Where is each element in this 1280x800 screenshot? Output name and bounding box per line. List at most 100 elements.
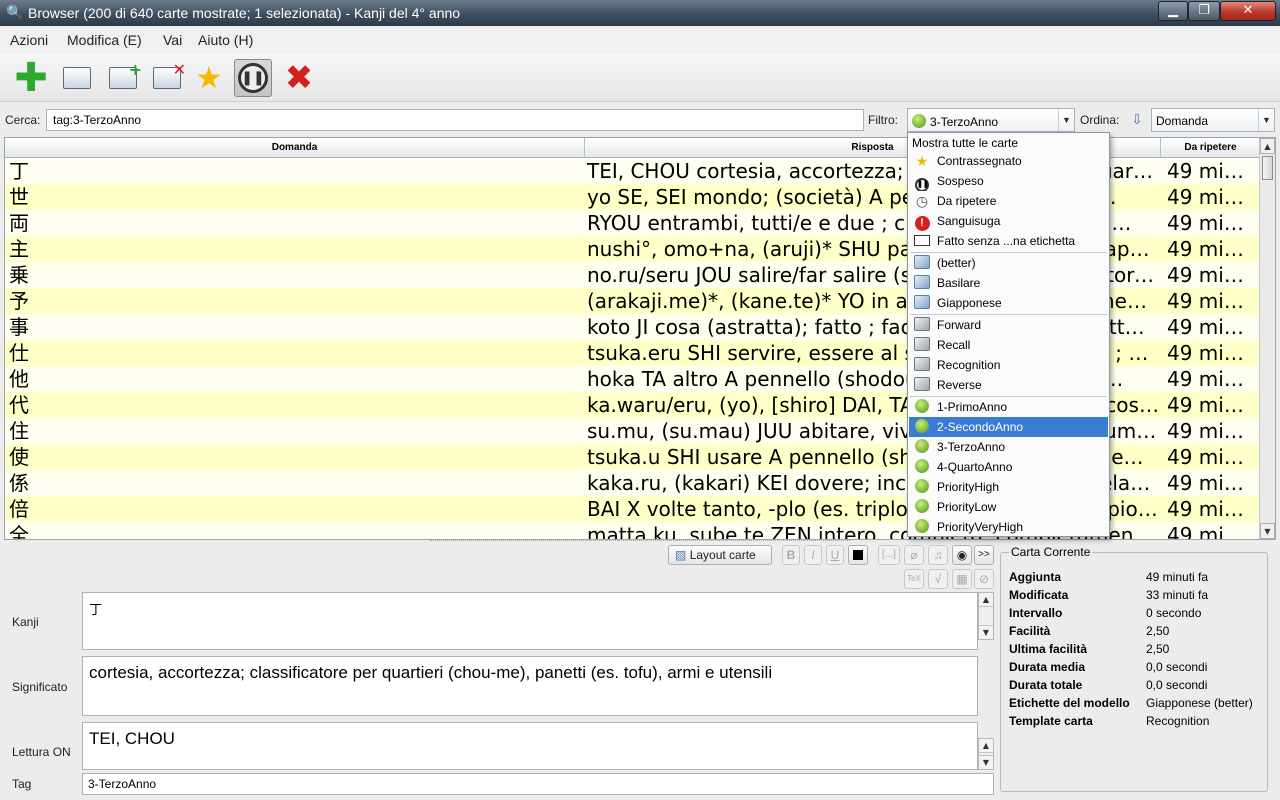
lettura-on-field[interactable]: TEI, CHOU — [82, 722, 978, 770]
chevron-down-icon[interactable]: ▼ — [1258, 109, 1274, 131]
scroll-down-icon[interactable]: ▼ — [979, 755, 993, 769]
layout-button[interactable]: ▧ Layout carte — [668, 545, 772, 565]
stat-label: Ultima facilità — [1009, 642, 1088, 656]
record-button[interactable]: ◉ — [952, 545, 972, 565]
filter-option[interactable]: PriorityVeryHigh — [909, 517, 1108, 537]
clock-icon: ◷ — [915, 193, 929, 209]
bold-button[interactable]: B — [782, 545, 800, 565]
sort-order-button[interactable]: ⇩ — [1127, 110, 1147, 130]
field-label-significato: Significato — [12, 680, 68, 694]
stat-label: Durata media — [1009, 660, 1086, 674]
cloze-button[interactable]: [...] — [878, 545, 900, 565]
sort-select[interactable]: Domanda ▼ — [1151, 108, 1275, 132]
scroll-up-icon[interactable]: ▲ — [979, 593, 993, 607]
significato-field-value: cortesia, accortezza; classificatore per… — [89, 663, 773, 682]
suspend-button[interactable]: ❚❚ — [234, 59, 272, 97]
filter-option[interactable]: 1-PrimoAnno — [909, 397, 1108, 417]
filter-select[interactable]: 3-TerzoAnno ▼ — [907, 108, 1075, 132]
maximize-button[interactable]: ❐ — [1188, 1, 1220, 21]
filter-option[interactable]: Fatto senza ...na etichetta — [909, 231, 1108, 251]
model-icon — [913, 275, 931, 291]
filter-option[interactable]: ◷ Da ripetere — [909, 191, 1108, 211]
column-header-question[interactable]: Domanda — [5, 138, 585, 158]
tex-icon: TeX — [907, 574, 921, 583]
underline-button[interactable]: U — [826, 545, 844, 565]
mark-button[interactable]: ★ — [190, 59, 228, 97]
filter-option[interactable]: Giapponese — [909, 293, 1108, 313]
sort-arrow-icon: ⇩ — [1131, 112, 1143, 128]
add-card-button[interactable]: ✚ — [12, 55, 50, 101]
text-color-button[interactable] — [848, 545, 868, 565]
blank-tag-icon — [913, 233, 931, 249]
question-cell: 予 — [9, 289, 29, 313]
filter-option[interactable]: Basilare — [909, 273, 1108, 293]
audio-button[interactable]: ♫ — [928, 545, 948, 565]
significato-field[interactable]: cortesia, accortezza; classificatore per… — [82, 656, 978, 716]
question-cell: 住 — [9, 419, 29, 443]
italic-button[interactable]: I — [804, 545, 822, 565]
stat-value: 0,0 secondi — [1146, 678, 1208, 692]
menu-vai[interactable]: Vai — [163, 32, 182, 48]
current-card-panel: Carta Corrente Aggiunta 49 minuti fa Modif… — [1000, 545, 1268, 792]
kanji-field[interactable]: 丁 — [82, 592, 978, 650]
search-input[interactable]: tag:3-TerzoAnno — [46, 109, 864, 131]
menu-bar: Azioni Modifica (E) Vai Aiuto (H) — [0, 26, 1280, 54]
menu-modifica[interactable]: Modifica (E) — [67, 32, 142, 48]
field-label-lettura-on: Lettura ON — [12, 745, 71, 759]
chevron-down-icon[interactable]: ▼ — [1058, 109, 1074, 131]
filter-option-label: 3-TerzoAnno — [937, 440, 1006, 454]
filter-option[interactable]: PriorityHigh — [909, 477, 1108, 497]
filter-option[interactable]: ! Sanguisuga — [909, 211, 1108, 231]
sort-value: Domanda — [1156, 114, 1209, 128]
toolbar: ✚ + ✕ ★ ❚❚ ✖ — [0, 54, 1280, 102]
table-scrollbar[interactable]: ▲ ▼ — [1259, 138, 1275, 539]
filter-option[interactable]: Recall — [909, 335, 1108, 355]
due-cell: 49 mi… — [1167, 341, 1244, 365]
menu-aiuto[interactable]: Aiuto (H) — [198, 32, 253, 48]
filter-option[interactable]: 4-QuartoAnno — [909, 457, 1108, 477]
due-cell: 49 mi… — [1167, 393, 1244, 417]
more-button[interactable]: >> — [974, 545, 994, 565]
edit-cards-button[interactable] — [58, 59, 96, 97]
editor-scrollbar[interactable]: ▲ ▼ — [978, 738, 994, 770]
warning-icon: ! — [913, 213, 931, 231]
scroll-up-icon[interactable]: ▲ — [1260, 138, 1275, 154]
filter-option-label: PriorityHigh — [937, 480, 1000, 494]
image-button[interactable]: ⌀ — [904, 545, 924, 565]
filter-option-all[interactable]: Mostra tutte le carte — [909, 133, 1108, 153]
delete-tag-button[interactable]: ✕ — [148, 59, 186, 97]
latex-button[interactable]: TeX — [904, 569, 924, 589]
star-icon: ★ — [195, 60, 223, 96]
filter-option[interactable]: 2-SecondoAnno — [909, 417, 1108, 437]
scroll-up-icon[interactable]: ▲ — [979, 739, 993, 753]
close-window-button[interactable]: ✕ — [1220, 1, 1276, 21]
add-tag-button[interactable]: + — [104, 59, 142, 97]
filter-option-label: Forward — [937, 318, 982, 332]
plus-icon: ✚ — [14, 55, 48, 101]
filter-option[interactable]: Forward — [909, 315, 1108, 335]
filter-option[interactable]: 3-TerzoAnno — [909, 437, 1108, 457]
math-button[interactable]: √ — [928, 569, 948, 589]
scroll-down-icon[interactable]: ▼ — [1260, 523, 1275, 539]
menu-azioni[interactable]: Azioni — [10, 32, 48, 48]
filter-option[interactable]: ★ Contrassegnato — [909, 151, 1108, 171]
scroll-thumb[interactable] — [1262, 156, 1273, 180]
minimize-button[interactable]: ▁ — [1158, 1, 1188, 21]
delete-tag-icon: ✕ — [153, 60, 186, 89]
delete-button[interactable]: ✖ — [280, 58, 318, 98]
kanji-field-scrollbar[interactable]: ▲ ▼ — [978, 592, 994, 640]
stat-label: Etichette del modello — [1009, 696, 1130, 710]
table-button[interactable]: ▦ — [952, 569, 972, 589]
filter-option[interactable]: PriorityLow — [909, 497, 1108, 517]
filter-option[interactable]: (better) — [909, 253, 1108, 273]
tag-input[interactable]: 3-TerzoAnno — [82, 773, 994, 795]
filter-option[interactable]: Recognition — [909, 355, 1108, 375]
html-button[interactable]: ⊘ — [974, 569, 994, 589]
filter-option[interactable]: ❚❚ Sospeso — [909, 171, 1108, 191]
filter-option[interactable]: Reverse — [909, 375, 1108, 395]
column-header-due[interactable]: Da ripetere — [1161, 138, 1261, 158]
filter-option-label: Giapponese — [937, 296, 1002, 310]
scroll-down-icon[interactable]: ▼ — [979, 625, 993, 639]
question-cell: 世 — [9, 185, 29, 209]
filter-label: Filtro: — [868, 113, 898, 127]
